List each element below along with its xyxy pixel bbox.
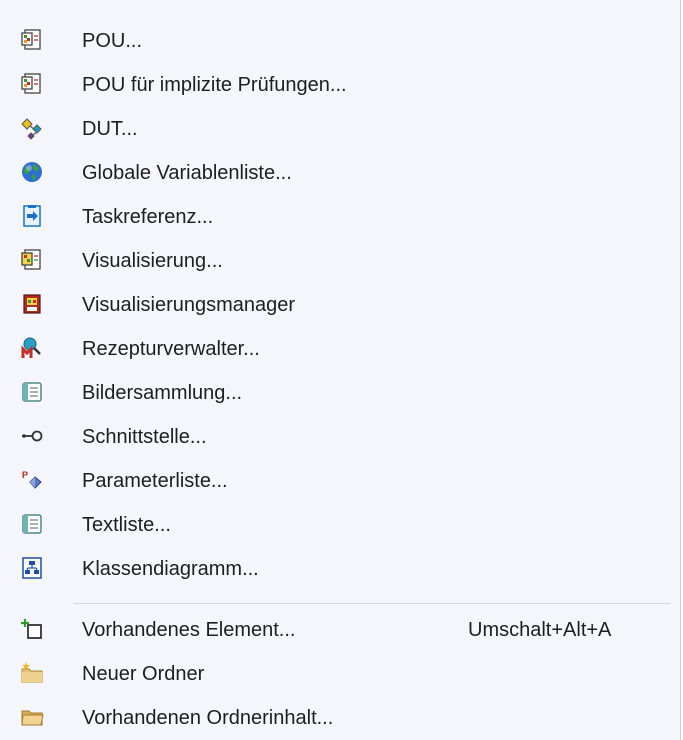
menu-item-visualization[interactable]: Visualisierung... xyxy=(0,239,679,283)
menu-item-label: Globale Variablenliste... xyxy=(82,162,292,184)
folder-icon xyxy=(20,705,44,729)
interface-icon xyxy=(20,424,44,448)
menu-item-recipe-manager[interactable]: Rezepturverwalter... xyxy=(0,327,679,371)
visualization-icon xyxy=(20,248,44,272)
menu-item-class-diagram[interactable]: Klassendiagramm... xyxy=(0,547,679,591)
menu-item-label: Visualisierungsmanager xyxy=(82,294,296,316)
menu-separator xyxy=(74,603,670,604)
text-list-icon xyxy=(20,512,44,536)
menu-item-global-variable-list[interactable]: Globale Variablenliste... xyxy=(0,151,679,195)
menu-item-new-folder[interactable]: Neuer Ordner xyxy=(0,652,679,696)
menu-item-label: POU... xyxy=(82,30,143,52)
menu-item-label: Bildersammlung... xyxy=(82,382,243,404)
new-folder-icon xyxy=(20,661,44,685)
menu-item-add-existing-item[interactable]: Vorhandenes Element... Umschalt+Alt+A xyxy=(0,608,679,652)
menu-item-dut[interactable]: DUT... xyxy=(0,107,679,151)
menu-item-label: POU für implizite Prüfungen... xyxy=(82,74,347,96)
class-diagram-icon xyxy=(20,556,44,580)
menu-item-label: Taskreferenz... xyxy=(82,206,214,228)
image-pool-icon xyxy=(20,380,44,404)
svg-text:P: P xyxy=(22,470,28,480)
menu-item-label: DUT... xyxy=(82,118,138,140)
menu-item-parameter-list[interactable]: P Parameterliste... xyxy=(0,459,679,503)
menu-item-label: Klassendiagramm... xyxy=(82,558,259,580)
pou-icon xyxy=(20,28,44,52)
menu-item-pou-implicit-checks[interactable]: POU für implizite Prüfungen... xyxy=(0,63,679,107)
globe-icon xyxy=(20,160,44,184)
context-menu: POU... POU für implizite Prüfungen... DU… xyxy=(0,0,681,740)
menu-item-pou[interactable]: POU... xyxy=(0,19,679,63)
dut-icon xyxy=(20,116,44,140)
add-existing-item-icon xyxy=(20,617,44,641)
menu-item-label: Textliste... xyxy=(82,514,171,536)
menu-item-label: Vorhandenen Ordnerinhalt... xyxy=(82,707,334,729)
menu-item-label: Neuer Ordner xyxy=(82,663,205,685)
menu-item-label: Vorhandenes Element... xyxy=(82,619,296,641)
menu-item-visualization-manager[interactable]: Visualisierungsmanager xyxy=(0,283,679,327)
shortcut-text: Umschalt+Alt+A xyxy=(468,619,612,641)
menu-item-image-pool[interactable]: Bildersammlung... xyxy=(0,371,679,415)
menu-item-label: Visualisierung... xyxy=(82,250,223,272)
recipe-manager-icon xyxy=(20,336,44,360)
menu-item-existing-folder-content[interactable]: Vorhandenen Ordnerinhalt... xyxy=(0,696,679,740)
task-reference-icon xyxy=(20,204,44,228)
menu-item-interface[interactable]: Schnittstelle... xyxy=(0,415,679,459)
menu-item-text-list[interactable]: Textliste... xyxy=(0,503,679,547)
parameter-list-icon: P xyxy=(20,468,44,492)
pou-implicit-checks-icon xyxy=(20,72,44,96)
visualization-manager-icon xyxy=(20,292,44,316)
menu-item-task-reference[interactable]: Taskreferenz... xyxy=(0,195,679,239)
menu-item-label: Parameterliste... xyxy=(82,470,228,492)
menu-item-label: Schnittstelle... xyxy=(82,426,207,448)
menu-item-label: Rezepturverwalter... xyxy=(82,338,260,360)
